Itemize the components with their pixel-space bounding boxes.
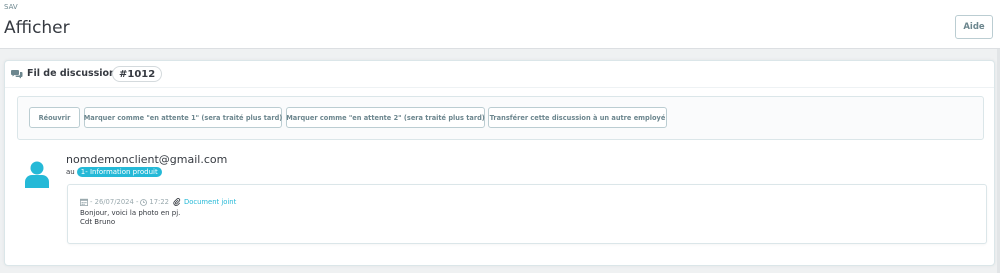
message-body-line: Cdt Bruno	[80, 218, 116, 226]
actions-toolbar: Réouvrir Marquer comme "en attente 1" (s…	[17, 96, 984, 140]
breadcrumb[interactable]: SAV	[4, 3, 18, 11]
paperclip-icon	[173, 198, 181, 206]
reopen-button[interactable]: Réouvrir	[29, 107, 80, 128]
clock-icon	[140, 198, 148, 206]
contact-prefix: au	[66, 168, 75, 176]
panel-heading: Fil de discussion: #1012	[5, 61, 994, 88]
help-button[interactable]: Aide	[955, 15, 993, 39]
contact-line: au 1- Information produit	[66, 167, 162, 177]
page-header: SAV Afficher Aide	[0, 0, 1000, 49]
user-icon	[25, 161, 49, 188]
attachment-link[interactable]: Document joint	[184, 198, 236, 206]
thread-panel: Fil de discussion: #1012 Réouvrir Marque…	[4, 60, 995, 266]
message-box: - 26/07/2024 - 17:22 Document joint Bonj…	[67, 184, 987, 244]
sender-email: nomdemonclient@gmail.com	[66, 153, 228, 166]
thread-number-badge: #1012	[112, 66, 163, 82]
calendar-icon	[80, 198, 88, 206]
message-body-line: Bonjour, voici la photo en pj.	[80, 209, 181, 217]
comments-icon	[11, 70, 23, 79]
message-meta: - 26/07/2024 - 17:22 Document joint	[80, 198, 236, 206]
transfer-thread-button[interactable]: Transférer cette discussion à un autre e…	[488, 107, 667, 128]
page-title: Afficher	[4, 18, 70, 38]
thread-heading-label: Fil de discussion:	[27, 68, 120, 79]
mark-pending-2-button[interactable]: Marquer comme "en attente 2" (sera trait…	[286, 107, 485, 128]
message-time: 17:22	[149, 198, 169, 206]
contact-badge: 1- Information produit	[76, 167, 162, 177]
message-date: - 26/07/2024 -	[90, 198, 139, 206]
mark-pending-1-button[interactable]: Marquer comme "en attente 1" (sera trait…	[84, 107, 282, 128]
